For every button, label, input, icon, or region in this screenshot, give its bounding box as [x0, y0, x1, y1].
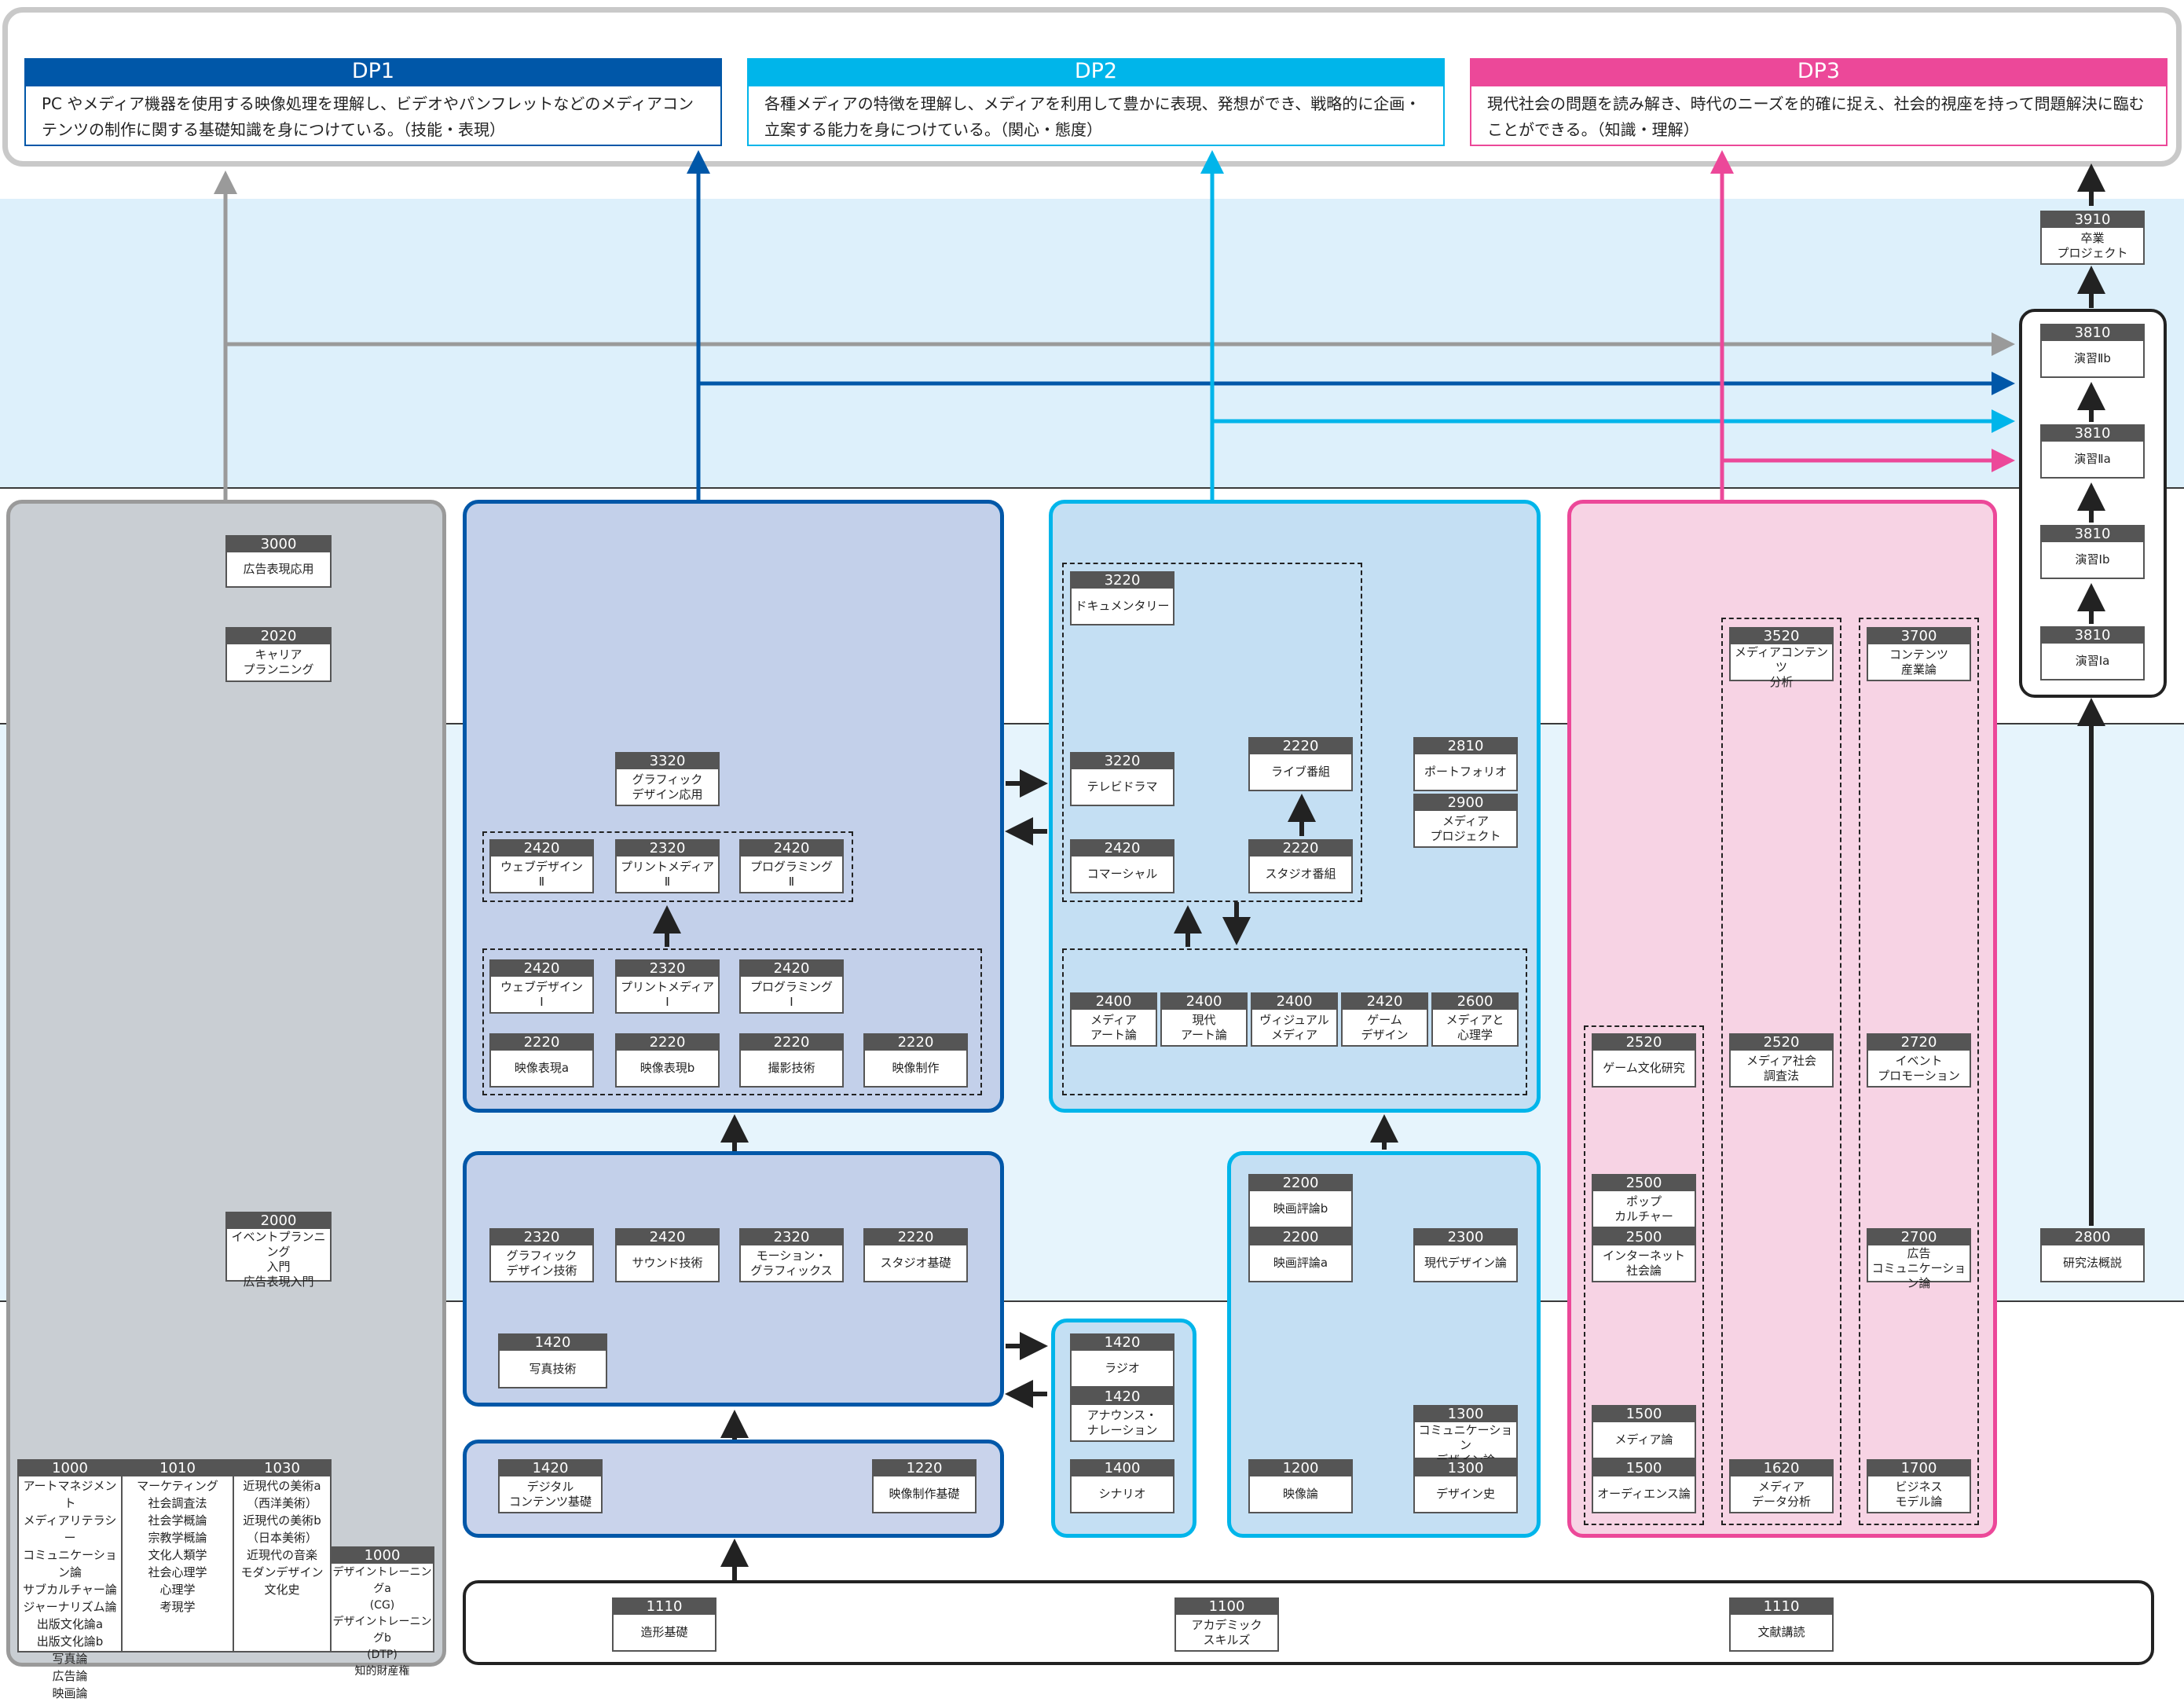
category-list: 1030 近現代の美術a （西洋美術） 近現代の美術b （日本美術） 近現代の音楽… — [233, 1459, 332, 1652]
course-box: 2400 メディア アート論 — [1070, 992, 1157, 1047]
course-box: 2900 メディア プロジェクト — [1413, 794, 1518, 848]
course-box: 2320 モーション・ グラフィックス — [739, 1228, 844, 1282]
dp1-flow-arrow — [687, 150, 2015, 500]
course-box: 2000 イベントプランニング 入門 広告表現入門 — [225, 1212, 332, 1289]
course-box: 3810 演習Ⅰa — [2040, 626, 2145, 680]
course-box: 3700 コンテンツ 産業論 — [1867, 627, 1971, 681]
course-box: 1620 メディア データ分析 — [1729, 1459, 1834, 1513]
dark-flow-arrows — [653, 163, 2105, 1580]
course-box: 2220 映像表現a — [489, 1033, 594, 1088]
course-box: 1110 造形基礎 — [612, 1597, 716, 1652]
course-box: 2220 映像制作 — [863, 1033, 968, 1088]
course-box: 2800 研究法概説 — [2040, 1228, 2145, 1282]
course-box: 2520 メディア社会 調査法 — [1729, 1033, 1834, 1088]
course-box: 1700 ビジネス モデル論 — [1867, 1459, 1971, 1513]
course-box: 3220 テレビドラマ — [1070, 752, 1174, 806]
course-box: 2220 スタジオ番組 — [1248, 839, 1353, 893]
category-list: 1010 マーケティング 社会調査法 社会学概論 宗教学概論 文化人類学 社会心理… — [121, 1459, 234, 1652]
course-box: 1500 オーディエンス論 — [1592, 1459, 1696, 1513]
course-box: 2420 ウェブデザイン Ⅱ — [489, 839, 594, 893]
course-box: 2220 ライブ番組 — [1248, 737, 1353, 791]
category-list: 1000 デザイントレーニングa (CG) デザイントレーニングb (DTP) 知… — [330, 1546, 434, 1678]
course-box: 2220 撮影技術 — [739, 1033, 844, 1088]
course-box: 2600 メディアと 心理学 — [1431, 992, 1519, 1047]
course-box: 2420 プログラミング Ⅰ — [739, 959, 844, 1014]
course-box: 2400 ヴィジュアル メディア — [1251, 992, 1338, 1047]
course-box: 2200 映画評論a — [1248, 1228, 1353, 1282]
course-box: 2220 映像表現b — [615, 1033, 720, 1088]
course-box: 1110 文献講読 — [1729, 1597, 1834, 1652]
course-box: 2200 映画評論b — [1248, 1174, 1353, 1228]
course-box: 2500 ポップ カルチャー — [1592, 1174, 1696, 1228]
course-box: 2720 イベント プロモーション — [1867, 1033, 1971, 1088]
course-box: 1420 アナウンス・ ナレーション — [1070, 1388, 1174, 1442]
course-box: 2420 プログラミング Ⅱ — [739, 839, 844, 893]
course-box: 2500 インターネット 社会論 — [1592, 1228, 1696, 1282]
course-box: 2320 プリントメディア Ⅱ — [615, 839, 720, 893]
dp3-flow-arrow — [1710, 150, 2015, 500]
course-box: 2320 プリントメディア Ⅰ — [615, 959, 720, 1014]
course-box: 3910 卒業 プロジェクト — [2040, 211, 2145, 265]
course-box: 3520 メディアコンテンツ 分析 — [1729, 627, 1834, 689]
gray-flow-arrow — [214, 171, 2015, 500]
course-box: 1200 映像論 — [1248, 1459, 1353, 1513]
course-box: 1100 アカデミック スキルズ — [1174, 1597, 1279, 1652]
course-box: 1220 映像制作基礎 — [872, 1459, 977, 1513]
course-box: 2420 ウェブデザイン Ⅰ — [489, 959, 594, 1014]
course-box: 2020 キャリア プランニング — [225, 627, 332, 682]
course-box: 2810 ポートフォリオ — [1413, 737, 1518, 791]
course-box: 3810 演習Ⅱa — [2040, 424, 2145, 479]
course-box: 1300 デザイン史 — [1413, 1459, 1518, 1513]
course-box: 1420 デジタル コンテンツ基礎 — [498, 1459, 603, 1513]
course-box: 2320 グラフィック デザイン技術 — [489, 1228, 594, 1282]
course-box: 2520 ゲーム文化研究 — [1592, 1033, 1696, 1088]
course-box: 1500 メディア論 — [1592, 1405, 1696, 1459]
course-box: 2420 サウンド技術 — [615, 1228, 720, 1282]
course-box: 2420 ゲーム デザイン — [1341, 992, 1428, 1047]
course-box: 3810 演習Ⅱb — [2040, 324, 2145, 378]
course-box: 1420 写真技術 — [498, 1333, 607, 1388]
course-box: 2300 現代デザイン論 — [1413, 1228, 1518, 1282]
course-box: 3000 広告表現応用 — [225, 535, 332, 588]
course-box: 3220 ドキュメンタリー — [1070, 571, 1174, 625]
course-box: 3810 演習Ⅰb — [2040, 525, 2145, 579]
course-box: 1400 シナリオ — [1070, 1459, 1174, 1513]
course-box: 2700 広告 コミュニケーション論 — [1867, 1228, 1971, 1290]
course-box: 1420 ラジオ — [1070, 1333, 1174, 1388]
course-box: 3320 グラフィック デザイン応用 — [615, 752, 720, 806]
course-box: 1300コミュニケーション デザイン論 — [1413, 1405, 1518, 1467]
dp2-flow-arrow — [1200, 150, 2015, 500]
course-box: 2220 スタジオ基礎 — [863, 1228, 968, 1282]
course-box: 2420 コマーシャル — [1070, 839, 1174, 893]
course-box: 2400 現代 アート論 — [1160, 992, 1248, 1047]
category-list: 1000 アートマネジメント メディアリテラシー コミュニケーション論 サブカルチ… — [17, 1459, 123, 1700]
